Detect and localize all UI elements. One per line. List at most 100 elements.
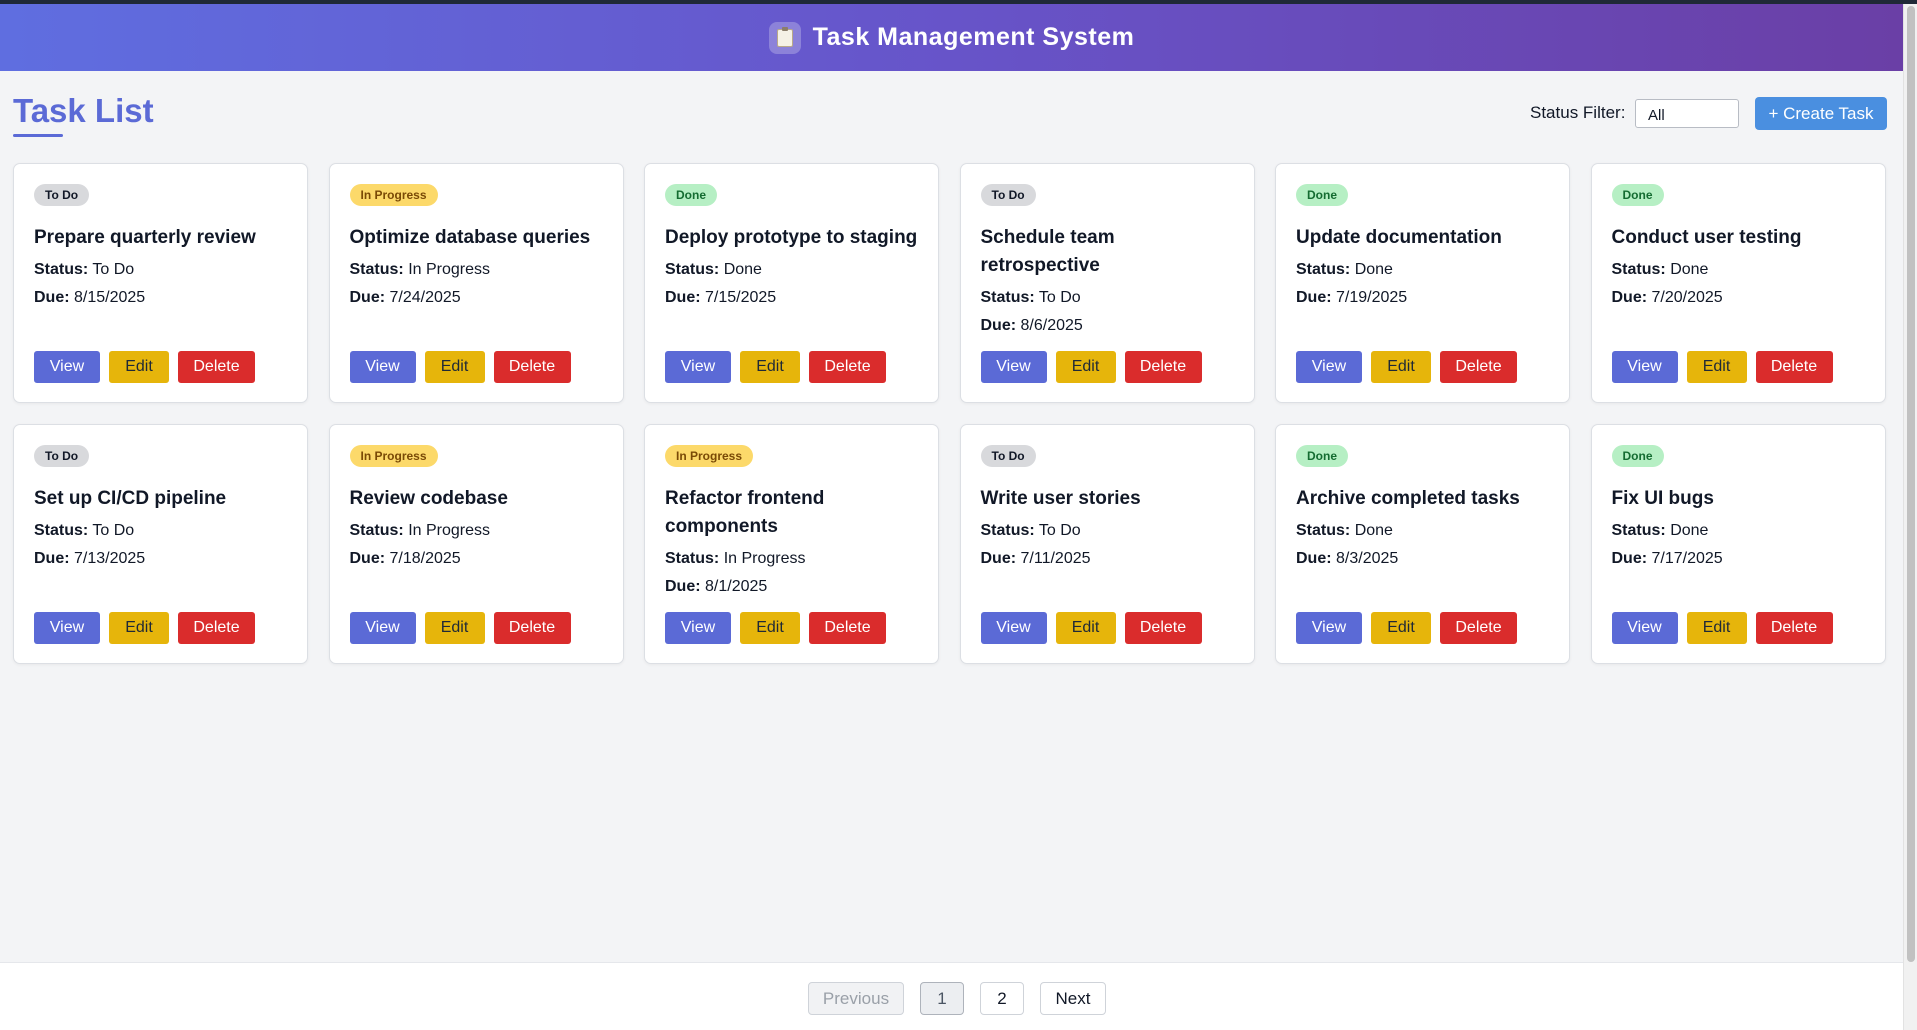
delete-button[interactable]: Delete — [1124, 612, 1202, 644]
task-card: In Progress Optimize database queries St… — [328, 163, 624, 403]
view-button[interactable]: View — [1296, 612, 1362, 644]
view-button[interactable]: View — [665, 612, 731, 644]
status-label: Status: — [349, 261, 404, 278]
status-label: Status: — [665, 550, 720, 567]
edit-button[interactable]: Edit — [109, 351, 169, 383]
due-label: Due: — [349, 289, 386, 306]
view-button[interactable]: View — [349, 351, 416, 383]
view-button[interactable]: View — [1611, 612, 1678, 644]
delete-button[interactable]: Delete — [178, 612, 255, 644]
previous-page-button[interactable]: Previous — [808, 982, 904, 1015]
create-task-button[interactable]: + Create Task — [1755, 97, 1887, 130]
edit-button[interactable]: Edit — [1686, 351, 1747, 383]
delete-button[interactable]: Delete — [809, 612, 886, 644]
delete-button[interactable]: Delete — [1755, 351, 1833, 383]
task-status-value: To Do — [1038, 289, 1081, 306]
delete-button[interactable]: Delete — [1124, 351, 1202, 383]
edit-button[interactable]: Edit — [1371, 351, 1431, 383]
delete-button[interactable]: Delete — [1755, 612, 1833, 644]
app-title: Task Management System — [812, 23, 1135, 51]
task-status-value: In Progress — [408, 261, 490, 278]
edit-button[interactable]: Edit — [740, 351, 800, 383]
task-title: Optimize database queries — [349, 227, 591, 248]
task-status-field: Status: To Do — [981, 520, 1234, 541]
delete-button[interactable]: Delete — [1440, 351, 1517, 383]
task-status-value: Done — [723, 261, 762, 278]
delete-button[interactable]: Delete — [493, 612, 571, 644]
delete-button[interactable]: Delete — [493, 351, 571, 383]
task-title: Write user stories — [980, 488, 1141, 509]
status-badge: Done — [1611, 445, 1664, 467]
task-status-value: In Progress — [723, 550, 806, 567]
status-badge: To Do — [34, 445, 90, 467]
status-filter-select[interactable]: All — [1635, 99, 1739, 128]
edit-button[interactable]: Edit — [424, 612, 485, 644]
view-button[interactable]: View — [980, 351, 1047, 383]
card-actions: View Edit Delete — [1296, 351, 1517, 383]
task-due-field: Due: 8/3/2025 — [1296, 548, 1549, 569]
title-underline — [13, 134, 63, 137]
page-2-button[interactable]: 2 — [980, 982, 1024, 1015]
task-due-value: 7/18/2025 — [389, 550, 461, 567]
task-status-value: To Do — [92, 261, 135, 278]
due-label: Due: — [1296, 289, 1332, 306]
task-due-field: Due: 7/20/2025 — [1612, 287, 1865, 308]
task-due-value: 7/20/2025 — [1651, 289, 1723, 306]
task-status-value: To Do — [1038, 522, 1081, 539]
due-label: Due: — [665, 289, 701, 306]
task-title: Prepare quarterly review — [34, 227, 256, 248]
task-due-field: Due: 7/13/2025 — [34, 548, 287, 569]
page-1-button[interactable]: 1 — [920, 982, 964, 1015]
task-card: Done Fix UI bugs Status: Done Due: 7/17/… — [1590, 424, 1886, 664]
view-button[interactable]: View — [1611, 351, 1678, 383]
due-label: Due: — [1296, 550, 1332, 567]
task-card: Done Deploy prototype to staging Status:… — [644, 163, 939, 403]
task-status-value: Done — [1670, 261, 1709, 278]
scrollbar-thumb[interactable] — [1907, 6, 1915, 962]
delete-button[interactable]: Delete — [1440, 612, 1517, 644]
edit-button[interactable]: Edit — [1055, 351, 1116, 383]
task-status-field: Status: Done — [665, 259, 918, 280]
task-title: Fix UI bugs — [1611, 488, 1714, 509]
card-actions: View Edit Delete — [349, 612, 571, 644]
status-label: Status: — [1611, 261, 1666, 278]
view-button[interactable]: View — [980, 612, 1047, 644]
task-due-field: Due: 7/18/2025 — [350, 548, 603, 569]
view-button[interactable]: View — [34, 351, 100, 383]
edit-button[interactable]: Edit — [109, 612, 169, 644]
edit-button[interactable]: Edit — [1055, 612, 1116, 644]
task-title: Update documentation — [1296, 227, 1502, 248]
view-button[interactable]: View — [34, 612, 100, 644]
task-grid: To Do Prepare quarterly review Status: T… — [13, 163, 1886, 664]
due-label: Due: — [1611, 550, 1648, 567]
view-button[interactable]: View — [665, 351, 731, 383]
task-due-field: Due: 8/15/2025 — [34, 287, 287, 308]
status-badge: To Do — [34, 184, 90, 206]
vertical-scrollbar[interactable] — [1903, 4, 1917, 1030]
status-label: Status: — [665, 261, 720, 278]
edit-button[interactable]: Edit — [1371, 612, 1431, 644]
task-status-field: Status: In Progress — [665, 548, 918, 569]
view-button[interactable]: View — [1296, 351, 1362, 383]
due-label: Due: — [349, 550, 386, 567]
edit-button[interactable]: Edit — [1686, 612, 1747, 644]
task-due-value: 7/15/2025 — [705, 289, 777, 306]
delete-button[interactable]: Delete — [178, 351, 255, 383]
status-label: Status: — [980, 289, 1035, 306]
edit-button[interactable]: Edit — [424, 351, 485, 383]
view-button[interactable]: View — [349, 612, 416, 644]
edit-button[interactable]: Edit — [740, 612, 800, 644]
task-due-field: Due: 8/1/2025 — [665, 576, 918, 597]
task-due-field: Due: 7/19/2025 — [1296, 287, 1549, 308]
task-title: Review codebase — [349, 488, 508, 509]
status-badge: Done — [1296, 445, 1348, 467]
task-card: In Progress Review codebase Status: In P… — [328, 424, 624, 664]
status-label: Status: — [1296, 261, 1351, 278]
card-actions: View Edit Delete — [1296, 612, 1517, 644]
next-page-button[interactable]: Next — [1040, 982, 1106, 1015]
delete-button[interactable]: Delete — [809, 351, 886, 383]
task-status-value: To Do — [92, 522, 135, 539]
status-label: Status: — [1611, 522, 1666, 539]
task-status-field: Status: In Progress — [350, 520, 603, 541]
task-card: Done Update documentation Status: Done D… — [1275, 163, 1570, 403]
